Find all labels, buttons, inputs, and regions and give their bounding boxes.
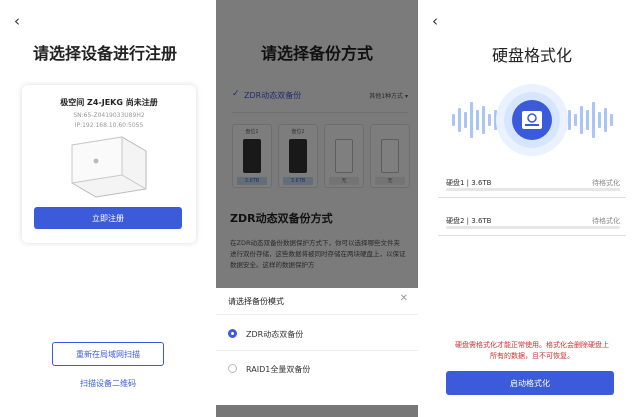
- page-title: 请选择设备进行注册: [32, 44, 177, 63]
- nas-device-image: [71, 136, 147, 198]
- chevron-left-icon[interactable]: ‹: [432, 12, 438, 30]
- backup-mode-sheet: 请选择备份模式 ✕ ZDR动态双备份 RAID1全量双备份: [216, 288, 418, 405]
- scan-qr-link[interactable]: 扫描设备二维码: [0, 378, 210, 389]
- radio-selected-icon[interactable]: [228, 329, 237, 338]
- device-card: 极空间 Z4-JEKG 尚未注册 SN:65-Z0419033U89H2 IP:…: [22, 85, 196, 243]
- disk-progress-bar: [446, 226, 620, 229]
- device-ip: IP:192.168.10.60:5055: [74, 122, 144, 129]
- radio-unselected-icon[interactable]: [228, 364, 237, 373]
- register-button[interactable]: 立即注册: [34, 207, 182, 229]
- disk-name: 硬盘1 | 3.6TB: [446, 179, 492, 187]
- chevron-left-icon[interactable]: ‹: [14, 12, 20, 30]
- start-format-button[interactable]: 启动格式化: [446, 371, 614, 395]
- close-icon[interactable]: ✕: [400, 293, 408, 304]
- rescan-lan-button[interactable]: 重新在局域网扫描: [52, 342, 164, 366]
- page-title: 硬盘格式化: [491, 46, 572, 65]
- disk-status: 待格式化: [592, 217, 620, 225]
- backup-mode-screen: 请选择备份方式 ✓ ZDR动态双备份 其他1种方式 ▾ 盘位1 3.6TB 盘位…: [216, 0, 418, 417]
- disk-row-2: 硬盘2 | 3.6TB 待格式化: [438, 206, 626, 236]
- divider: [216, 350, 418, 351]
- sheet-title: 请选择备份模式: [228, 297, 284, 306]
- disk-row-1: 硬盘1 | 3.6TB 待格式化: [438, 168, 626, 198]
- device-serial: SN:65-Z0419033U89H2: [73, 112, 145, 119]
- option-label: RAID1全量双备份: [246, 365, 311, 374]
- device-registration-screen: ‹ 请选择设备进行注册 极空间 Z4-JEKG 尚未注册 SN:65-Z0419…: [0, 0, 210, 417]
- disk-progress-bar: [446, 188, 620, 191]
- disk-format-screen: ‹ 硬盘格式化 硬盘1 | 3.6TB 待格式化 硬盘2 | 3.6TB 待格式…: [424, 0, 640, 417]
- warning-line-1: 硬盘需格式化才能正常使用。格式化会删除硬盘上: [455, 341, 609, 349]
- disk-status: 待格式化: [592, 179, 620, 187]
- option-label: ZDR动态双备份: [246, 330, 304, 339]
- disk-format-illustration: [452, 84, 613, 156]
- disk-name: 硬盘2 | 3.6TB: [446, 217, 492, 225]
- format-warning: 硬盘需格式化才能正常使用。格式化会删除硬盘上 所有的数据，且不可恢复。: [442, 340, 622, 362]
- divider: [216, 314, 418, 315]
- bottom-bar: [216, 405, 418, 417]
- device-name: 极空间 Z4-JEKG 尚未注册: [60, 98, 158, 107]
- warning-line-2: 所有的数据，且不可恢复。: [490, 352, 574, 360]
